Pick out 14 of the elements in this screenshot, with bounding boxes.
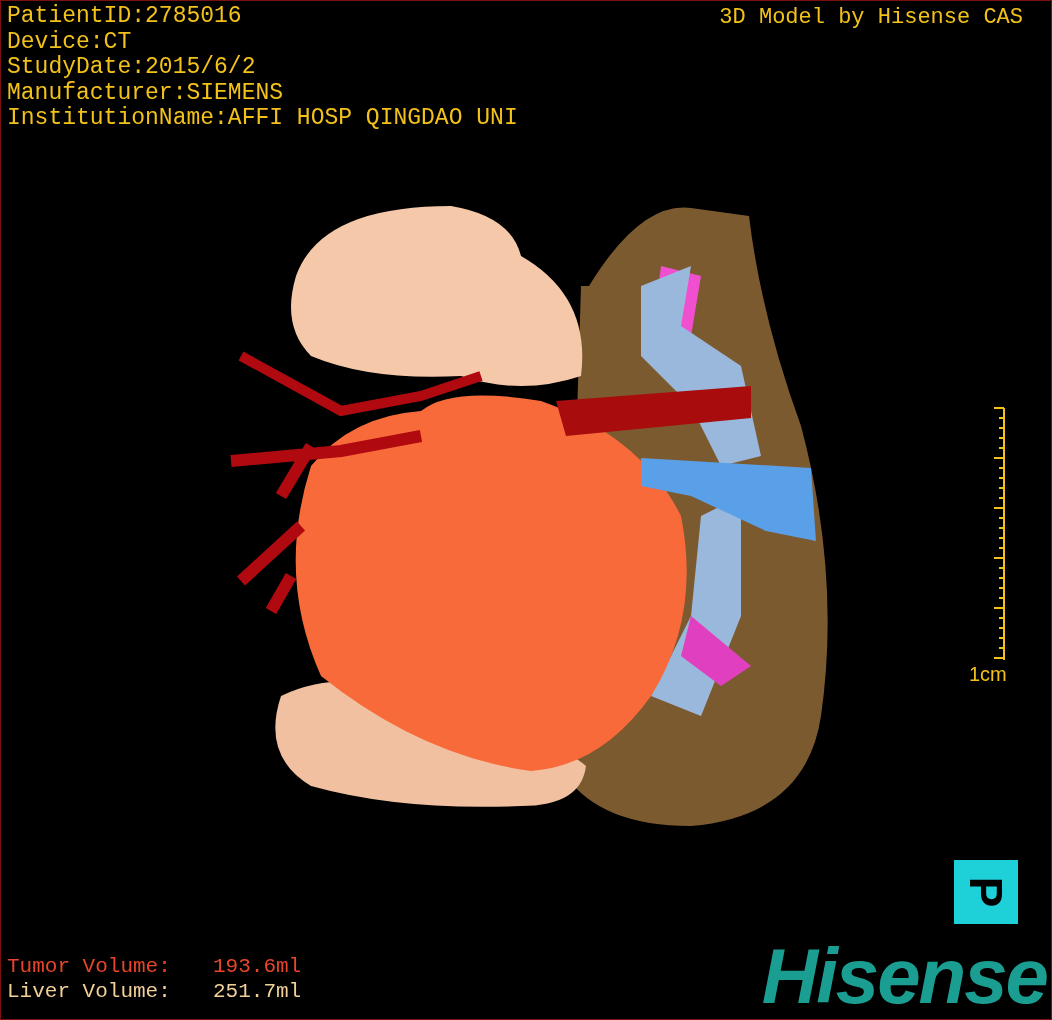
volume-label: Liver Volume: — [7, 979, 172, 1004]
patient-info-text: PatientID:2785016 — [7, 4, 243, 30]
patient-info-text: InstitutionName:AFFI HOSP QINGDAO UNI — [7, 106, 518, 132]
brand-logo: Hisense — [761, 936, 1047, 1016]
viewer-title: 3D Model by Hisense CAS — [719, 5, 1023, 31]
volume-label: Tumor Volume: — [7, 954, 172, 979]
scale-label: 1cm — [969, 663, 1007, 685]
volume-value: 193.6ml — [213, 954, 302, 979]
patient-info-text: Device:CT — [7, 29, 133, 55]
orientation-label: P — [963, 876, 1009, 908]
orientation-cube[interactable]: P — [954, 860, 1018, 924]
volume-value: 251.7ml — [213, 979, 302, 1004]
patient-info-text: Manufacturer:SIEMENS — [7, 80, 285, 106]
patient-info-text: StudyDate:2015/6/2 — [7, 55, 257, 81]
